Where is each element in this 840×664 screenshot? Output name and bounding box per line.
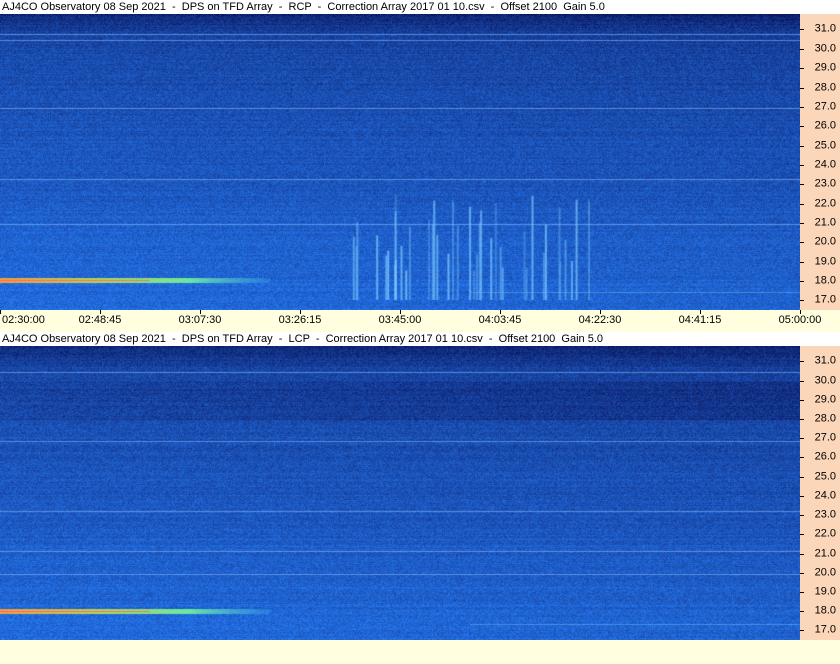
frequency-tick-mark (800, 68, 804, 70)
frequency-tick-mark (800, 495, 804, 497)
lcp-spectrogram (0, 346, 800, 640)
frequency-tick-label: 31.0 (814, 354, 836, 367)
frequency-tick-mark (800, 457, 804, 459)
frequency-tick-label: 26.0 (814, 450, 836, 463)
frequency-tick-label: 19.0 (814, 255, 836, 268)
rcp-spectrogram (0, 14, 800, 310)
frequency-tick-label: 18.0 (814, 604, 836, 617)
frequency-tick-mark (800, 399, 804, 401)
frequency-tick-label: 24.0 (814, 158, 836, 171)
frequency-tick-label: 26.0 (814, 119, 836, 132)
frequency-tick-label: 21.0 (814, 547, 836, 560)
frequency-tick-mark (800, 419, 804, 421)
frequency-tick-mark (800, 361, 804, 363)
time-axis: 02:30:00 02:48:45 03:07:30 03:26:15 03:45:00… (0, 310, 840, 332)
frequency-tick-mark (800, 380, 804, 382)
frequency-tick-label: 29.0 (814, 393, 836, 406)
time-tick-label: 04:03:45 (478, 314, 522, 326)
frequency-tick-label: 20.0 (814, 235, 836, 248)
lcp-spectrogram-canvas (0, 346, 800, 640)
frequency-tick-label: 27.0 (814, 100, 836, 113)
frequency-tick-label: 17.0 (814, 293, 836, 306)
time-tick-label: 03:26:15 (278, 314, 322, 326)
frequency-tick-label: 22.0 (814, 197, 836, 210)
frequency-tick-mark (800, 534, 804, 536)
frequency-tick-label: 31.0 (814, 22, 836, 35)
frequency-tick-mark (800, 280, 804, 282)
frequency-tick-label: 23.0 (814, 508, 836, 521)
frequency-tick-mark (800, 476, 804, 478)
frequency-tick-mark (800, 611, 804, 613)
frequency-tick-label: 17.0 (814, 623, 836, 636)
frequency-tick-label: 22.0 (814, 527, 836, 540)
frequency-tick-mark (800, 572, 804, 574)
bottom-bar (0, 640, 840, 664)
frequency-tick-mark (800, 261, 804, 263)
frequency-tick-mark (800, 242, 804, 244)
frequency-tick-mark (800, 145, 804, 147)
frequency-tick-mark (800, 29, 804, 31)
frequency-tick-mark (800, 515, 804, 517)
time-tick-label: 03:45:00 (378, 314, 422, 326)
frequency-tick-mark (800, 591, 804, 593)
frequency-tick-label: 25.0 (814, 139, 836, 152)
frequency-tick-label: 30.0 (814, 42, 836, 55)
frequency-tick-mark (800, 184, 804, 186)
frequency-tick-mark (800, 87, 804, 89)
frequency-tick-label: 18.0 (814, 274, 836, 287)
frequency-tick-mark (800, 553, 804, 555)
frequency-tick-label: 23.0 (814, 177, 836, 190)
frequency-tick-label: 24.0 (814, 489, 836, 502)
time-tick-label: 03:07:30 (178, 314, 222, 326)
lcp-frequency-axis: 31.0 30.0 29.0 28.0 27.0 26.0 25.0 24.0 23.0 22.0… (800, 346, 840, 640)
frequency-tick-label: 29.0 (814, 61, 836, 74)
frequency-tick-mark (800, 126, 804, 128)
frequency-tick-mark (800, 222, 804, 224)
frequency-tick-mark (800, 164, 804, 166)
frequency-tick-label: 20.0 (814, 566, 836, 579)
rcp-title: AJ4CO Observatory 08 Sep 2021 - DPS on T… (0, 0, 838, 14)
time-tick-label: 02:30:00 (2, 314, 45, 326)
frequency-tick-mark (800, 630, 804, 632)
frequency-tick-label: 28.0 (814, 412, 836, 425)
frequency-tick-label: 30.0 (814, 374, 836, 387)
time-tick-label: 02:48:45 (78, 314, 122, 326)
time-tick-label: 04:41:15 (678, 314, 722, 326)
frequency-tick-mark (800, 203, 804, 205)
frequency-tick-mark (800, 48, 804, 50)
time-tick-label: 05:00:00 (778, 314, 822, 326)
frequency-tick-mark (800, 106, 804, 108)
lcp-title: AJ4CO Observatory 08 Sep 2021 - DPS on T… (0, 332, 838, 346)
frequency-tick-label: 25.0 (814, 470, 836, 483)
time-tick-mark (0, 310, 1, 314)
frequency-tick-label: 21.0 (814, 216, 836, 229)
frequency-tick-label: 19.0 (814, 585, 836, 598)
rcp-spectrogram-canvas (0, 14, 800, 310)
time-tick-label: 04:22:30 (578, 314, 622, 326)
frequency-tick-mark (800, 300, 804, 302)
frequency-tick-label: 28.0 (814, 81, 836, 94)
frequency-tick-label: 27.0 (814, 431, 836, 444)
rcp-frequency-axis: 31.0 30.0 29.0 28.0 27.0 26.0 25.0 24.0 23.0 22.0… (800, 14, 840, 310)
frequency-tick-mark (800, 438, 804, 440)
